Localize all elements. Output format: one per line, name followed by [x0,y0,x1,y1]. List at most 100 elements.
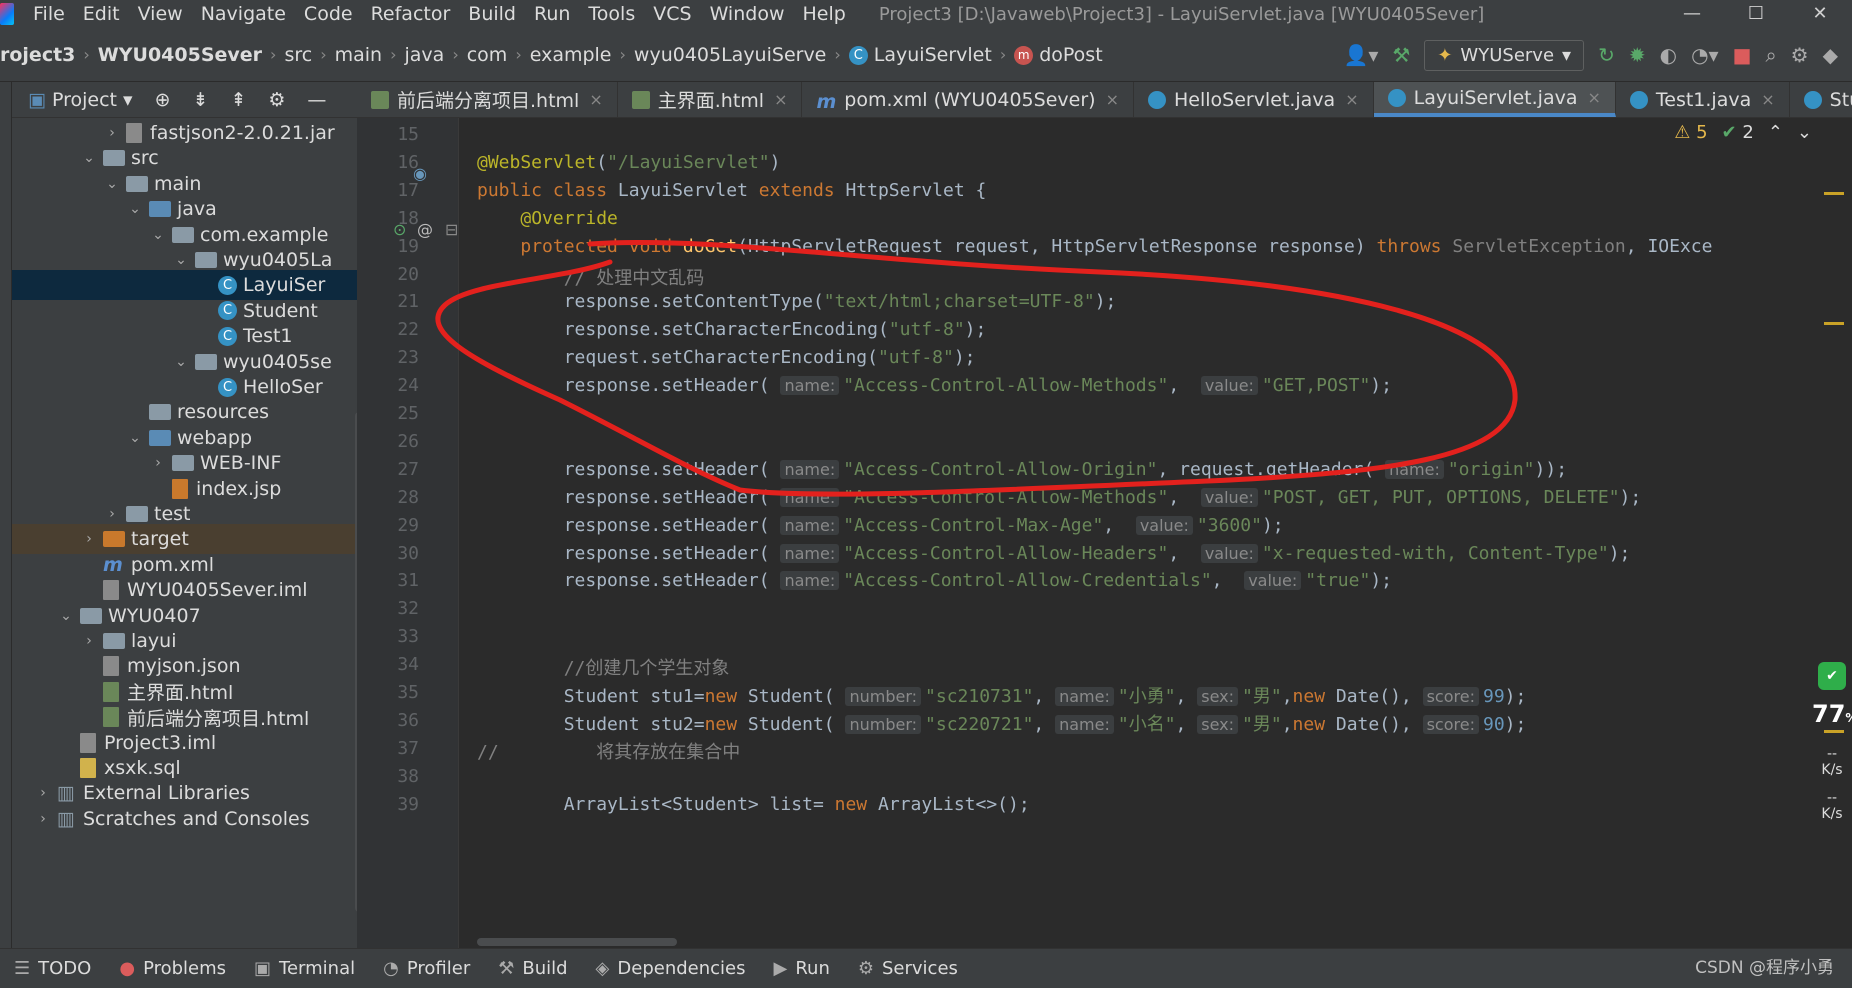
code-line[interactable]: // 处理中文乱码 [477,264,705,290]
breadcrumb-item[interactable]: src [284,44,312,66]
horizontal-scrollbar[interactable] [477,938,677,946]
debug-icon[interactable]: ✹ [1629,43,1646,67]
status-bar-tab[interactable]: ▶ Run [760,958,844,979]
maximize-icon[interactable]: ☐ [1724,0,1788,28]
expand-arrow-icon[interactable]: ⌄ [127,430,143,446]
annotation-icon[interactable]: @ [417,220,433,239]
editor-tab[interactable]: HelloServlet.java × [1134,82,1374,117]
expand-arrow-icon[interactable]: › [150,455,166,471]
code-line[interactable]: response.setHeader( name: "Access-Control… [477,459,1567,480]
status-bar-tab[interactable]: ⚙ Services [844,958,972,979]
editor-tab[interactable]: Test1.java × [1616,82,1790,117]
code-line[interactable]: //创建几个学生对象 [477,654,730,680]
error-stripe-mark[interactable] [1824,322,1844,325]
menu-item[interactable]: VCS [644,3,700,25]
ide-update-icon[interactable]: ◆ [1823,43,1838,67]
menu-item[interactable]: Window [701,3,794,25]
search-icon[interactable]: ⌕ [1765,43,1776,67]
project-view-selector[interactable]: ▣ Project ▾ [28,89,133,111]
expand-arrow-icon[interactable]: › [104,125,120,141]
hide-icon[interactable]: — [307,89,326,111]
rerun-icon[interactable]: ↻ [1598,43,1615,67]
close-tab-icon[interactable]: × [1345,90,1358,109]
locate-icon[interactable]: ⊕ [155,89,171,111]
code-line[interactable]: ArrayList<Student> list= new ArrayList<>… [477,794,1030,815]
close-tab-icon[interactable]: × [589,90,602,109]
menu-item[interactable]: File [24,3,74,25]
status-bar-tab[interactable]: ⚒ Build [484,958,581,979]
breadcrumb-item[interactable]: m doPost [1014,44,1103,66]
stop-icon[interactable]: ■ [1733,43,1752,67]
menu-item[interactable]: Code [295,3,362,25]
code-line[interactable]: // 将其存放在集合中 [477,738,740,764]
tree-item[interactable]: › ▥ Scratches and Consoles [12,804,357,834]
editor-tab[interactable]: 前后端分离项目.html × [357,82,618,117]
editor-tab[interactable]: m pom.xml (WYU0405Sever) × [802,82,1134,117]
menu-item[interactable]: Edit [74,3,129,25]
breadcrumb-item[interactable]: C LayuiServlet [848,44,992,66]
editor-tab[interactable]: 主界面.html × [618,82,803,117]
chevron-down-icon[interactable]: ⌄ [1797,122,1812,143]
expand-arrow-icon[interactable]: › [81,633,97,649]
chevron-up-icon[interactable]: ⌃ [1768,122,1783,143]
menu-item[interactable]: Run [525,3,579,25]
code-line[interactable]: response.setHeader( name: "Access-Control… [477,375,1392,396]
code-line[interactable]: response.setHeader( name: "Access-Control… [477,543,1631,564]
close-tab-icon[interactable]: × [1587,88,1600,107]
expand-arrow-icon[interactable]: ⌄ [127,201,143,217]
breadcrumb-item[interactable]: main [335,44,382,66]
expand-arrow-icon[interactable]: ⌄ [104,176,120,192]
expand-all-icon[interactable]: ⇟ [193,89,209,111]
menu-item[interactable]: Refactor [362,3,460,25]
breadcrumb-item[interactable]: roject3 [0,44,75,66]
fold-icon[interactable]: ⊟ [445,220,458,239]
profile-icon[interactable]: ◔▾ [1691,43,1719,67]
expand-arrow-icon[interactable]: › [35,785,51,801]
editor-tab[interactable]: LayuiServlet.java × [1373,82,1616,117]
expand-arrow-icon[interactable]: › [81,531,97,547]
build-hammer-icon[interactable]: ⚒ [1392,43,1410,67]
code-line[interactable]: protected void doGet(HttpServletRequest … [477,236,1712,257]
expand-arrow-icon[interactable]: ⌄ [173,354,189,370]
expand-arrow-icon[interactable]: ⌄ [150,227,166,243]
menu-item[interactable]: Build [459,3,525,25]
code-line[interactable]: request.setCharacterEncoding("utf-8"); [477,347,976,368]
code-line[interactable]: response.setContentType("text/html;chars… [477,291,1117,312]
run-config-selector[interactable]: ✦ WYUServe ▾ [1424,39,1585,71]
editor-tab[interactable]: Student.ja [1790,82,1852,117]
settings-icon[interactable]: ⚙ [268,89,285,111]
expand-arrow-icon[interactable]: ⌄ [173,252,189,268]
breadcrumb-item[interactable]: java [405,44,445,66]
status-bar-tab[interactable]: ◔ Profiler [369,958,484,979]
expand-arrow-icon[interactable]: › [35,811,51,827]
code-line[interactable]: response.setHeader( name: "Access-Control… [477,570,1392,591]
menu-item[interactable]: Navigate [192,3,295,25]
close-icon[interactable]: ✕ [1788,0,1852,28]
user-icon[interactable]: 👤▾ [1343,43,1378,67]
minimize-icon[interactable]: — [1660,0,1724,28]
close-tab-icon[interactable]: × [1761,90,1774,109]
gear-icon[interactable]: ⚙ [1791,43,1809,67]
code-line[interactable]: response.setHeader( name: "Access-Control… [477,515,1284,536]
expand-arrow-icon[interactable]: ⌄ [58,608,74,624]
close-tab-icon[interactable]: × [774,90,787,109]
status-bar-tab[interactable]: ◈ Dependencies [582,958,760,979]
status-bar-tab[interactable]: ● Problems [105,958,240,979]
code-line[interactable]: Student stu2=new Student( number: "sc2207… [477,710,1527,736]
breadcrumb-item[interactable]: com [467,44,508,66]
close-tab-icon[interactable]: × [1106,90,1119,109]
menu-item[interactable]: View [129,3,192,25]
status-bar-tab[interactable]: ▣ Terminal [240,958,369,979]
collapse-all-icon[interactable]: ⇞ [230,89,246,111]
breadcrumb-item[interactable]: WYU0405Sever [98,44,262,66]
coverage-icon[interactable]: ◐ [1660,43,1677,67]
code-line[interactable]: response.setHeader( name: "Access-Control… [477,487,1642,508]
status-bar-tab[interactable]: ☰ TODO [0,958,105,979]
menu-item[interactable]: Help [793,3,854,25]
breadcrumb-item[interactable]: example [530,44,612,66]
expand-arrow-icon[interactable]: ⌄ [81,150,97,166]
menu-item[interactable]: Tools [579,3,644,25]
code-line[interactable]: Student stu1=new Student( number: "sc2107… [477,682,1527,708]
code-line[interactable]: response.setCharacterEncoding("utf-8"); [477,319,987,340]
code-line[interactable]: @Override [477,208,618,229]
